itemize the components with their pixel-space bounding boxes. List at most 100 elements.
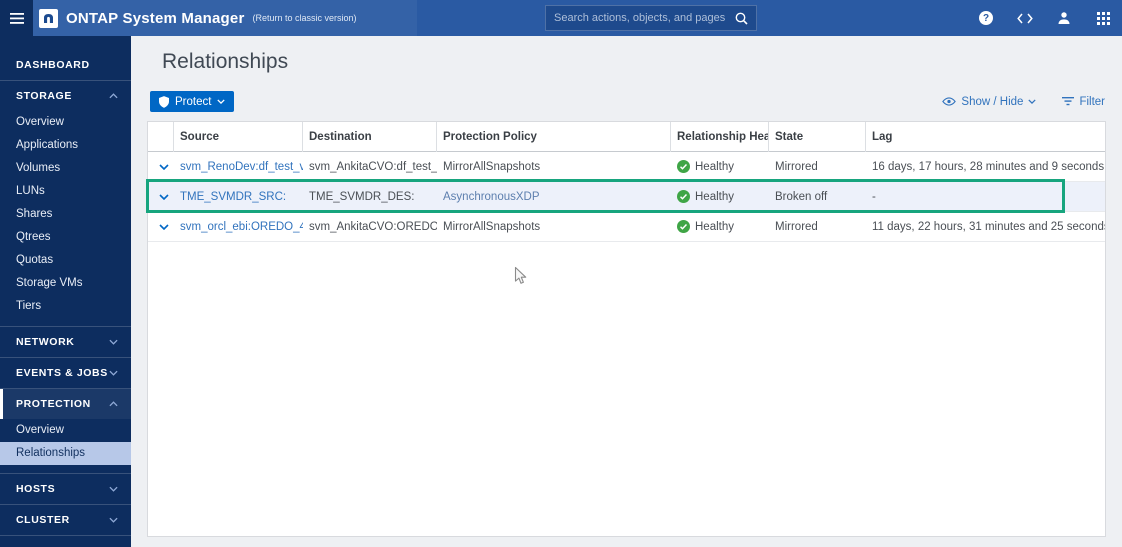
toolbar-right-group: Show / Hide Filter <box>942 96 1105 108</box>
sidebar-item-hosts[interactable]: HOSTS <box>0 474 131 504</box>
healthy-check-icon <box>677 160 690 173</box>
dashboard-label: DASHBOARD <box>16 59 90 71</box>
chevron-down-icon <box>109 339 118 345</box>
sidebar-item-protection[interactable]: PROTECTION <box>0 389 131 419</box>
sidebar-section-hosts: HOSTS <box>0 474 131 505</box>
sidebar-section-protection: PROTECTION Overview Relationships <box>0 389 131 474</box>
netapp-logo-icon <box>39 9 58 28</box>
health-label: Healthy <box>695 221 734 233</box>
filter-button[interactable]: Filter <box>1062 96 1105 108</box>
sidebar-item-shares[interactable]: Shares <box>0 203 131 226</box>
destination-cell: TME_SVMDR_DES: <box>303 191 437 203</box>
search-icon[interactable] <box>735 12 748 25</box>
protection-policy-cell: AsynchronousXDP <box>437 191 671 203</box>
chevron-down-icon <box>109 370 118 376</box>
shield-icon <box>159 96 169 108</box>
protection-policy-cell: MirrorAllSnapshots <box>437 161 671 173</box>
chevron-down-icon <box>217 99 225 104</box>
protection-subnav: Overview Relationships <box>0 419 131 473</box>
sidebar-item-dashboard[interactable]: DASHBOARD <box>0 50 131 81</box>
top-bar: ONTAP System Manager (Return to classic … <box>0 0 1122 36</box>
topbar-icon-group: ? <box>977 0 1112 36</box>
eye-icon <box>942 97 956 106</box>
sidebar-item-relationships[interactable]: Relationships <box>0 442 131 465</box>
filter-icon <box>1062 97 1074 106</box>
lag-cell: 11 days, 22 hours, 31 minutes and 25 sec… <box>866 221 1105 233</box>
help-button[interactable]: ? <box>977 9 995 27</box>
user-icon <box>1057 11 1071 25</box>
column-header-relationship-health[interactable]: Relationship Health <box>671 122 769 152</box>
chevron-down-icon <box>109 517 118 523</box>
chevron-down-icon <box>159 194 169 200</box>
column-header-state[interactable]: State <box>769 122 866 152</box>
column-header-protection-policy[interactable]: Protection Policy <box>437 122 671 152</box>
source-link[interactable]: TME_SVMDR_SRC: <box>174 191 303 203</box>
protect-button[interactable]: Protect <box>150 91 234 112</box>
apps-grid-button[interactable] <box>1094 9 1112 27</box>
chevron-down-icon <box>159 164 169 170</box>
health-label: Healthy <box>695 161 734 173</box>
sidebar-item-luns[interactable]: LUNs <box>0 180 131 203</box>
show-hide-button[interactable]: Show / Hide <box>942 96 1036 108</box>
relationship-health-cell: Healthy <box>671 190 769 203</box>
sidebar-item-applications[interactable]: Applications <box>0 134 131 157</box>
protection-policy-cell: MirrorAllSnapshots <box>437 221 671 233</box>
sidebar-item-quotas[interactable]: Quotas <box>0 249 131 272</box>
sidebar-item-tiers[interactable]: Tiers <box>0 295 131 318</box>
sidebar-item-volumes[interactable]: Volumes <box>0 157 131 180</box>
lag-cell: - <box>866 191 1105 203</box>
table-row: svm_orcl_ebi:OREDO_49_78 svm_AnkitaCVO:O… <box>148 212 1105 242</box>
sidebar-item-storage[interactable]: STORAGE <box>0 81 131 111</box>
sidebar-section-cluster: CLUSTER <box>0 505 131 536</box>
row-expand-button[interactable] <box>148 224 174 230</box>
apps-grid-icon <box>1097 12 1110 25</box>
return-to-classic-link[interactable]: (Return to classic version) <box>253 13 357 23</box>
sidebar-item-storage-vms[interactable]: Storage VMs <box>0 272 131 295</box>
global-search[interactable] <box>545 5 757 31</box>
hamburger-icon <box>10 13 24 24</box>
sidebar-item-storage-overview[interactable]: Overview <box>0 111 131 134</box>
sidebar-item-cluster[interactable]: CLUSTER <box>0 505 131 535</box>
expand-column-header <box>148 122 174 152</box>
sidebar-item-events-jobs[interactable]: EVENTS & JOBS <box>0 358 131 388</box>
sidebar-item-protection-overview[interactable]: Overview <box>0 419 131 442</box>
column-header-source[interactable]: Source <box>174 122 303 152</box>
page-title: Relationships <box>162 50 1122 74</box>
search-input[interactable] <box>554 12 735 24</box>
destination-cell: svm_AnkitaCVO:df_test_vol... <box>303 161 437 173</box>
table-row-highlighted: TME_SVMDR_SRC: TME_SVMDR_DES: Asynchrono… <box>148 182 1105 212</box>
chevron-up-icon <box>109 401 118 407</box>
sidebar-item-network[interactable]: NETWORK <box>0 327 131 357</box>
state-cell: Mirrored <box>769 161 866 173</box>
app-brand: ONTAP System Manager (Return to classic … <box>33 0 417 36</box>
main-content: Relationships Protect Show / Hide <box>131 36 1122 547</box>
table-header-row: Source Destination Protection Policy Rel… <box>148 122 1105 152</box>
relationships-table: Source Destination Protection Policy Rel… <box>147 121 1106 537</box>
column-header-destination[interactable]: Destination <box>303 122 437 152</box>
sidebar-item-qtrees[interactable]: Qtrees <box>0 226 131 249</box>
column-header-lag[interactable]: Lag <box>866 122 1105 152</box>
storage-subnav: Overview Applications Volumes LUNs Share… <box>0 111 131 326</box>
app-title: ONTAP System Manager <box>66 10 245 27</box>
row-expand-button[interactable] <box>148 164 174 170</box>
relationship-health-cell: Healthy <box>671 220 769 233</box>
healthy-check-icon <box>677 190 690 203</box>
chevron-down-icon <box>109 486 118 492</box>
destination-cell: svm_AnkitaCVO:OREDO_49... <box>303 221 437 233</box>
rest-api-button[interactable] <box>1016 9 1034 27</box>
source-link[interactable]: svm_orcl_ebi:OREDO_49_78 <box>174 221 303 233</box>
user-button[interactable] <box>1055 9 1073 27</box>
hamburger-menu-button[interactable] <box>0 0 33 36</box>
row-expand-button[interactable] <box>148 194 174 200</box>
relationship-health-cell: Healthy <box>671 160 769 173</box>
state-cell: Broken off <box>769 191 866 203</box>
sidebar-section-events-jobs: EVENTS & JOBS <box>0 358 131 389</box>
lag-cell: 16 days, 17 hours, 28 minutes and 9 seco… <box>866 161 1105 173</box>
table-row: svm_RenoDev:df_test_volu... svm_AnkitaCV… <box>148 152 1105 182</box>
healthy-check-icon <box>677 220 690 233</box>
table-toolbar: Protect Show / Hide <box>150 91 1105 112</box>
chevron-down-icon <box>1028 99 1036 104</box>
sidebar-nav: DASHBOARD STORAGE Overview Applications … <box>0 36 131 547</box>
source-link[interactable]: svm_RenoDev:df_test_volu... <box>174 161 303 173</box>
sidebar-section-storage: STORAGE Overview Applications Volumes LU… <box>0 81 131 327</box>
